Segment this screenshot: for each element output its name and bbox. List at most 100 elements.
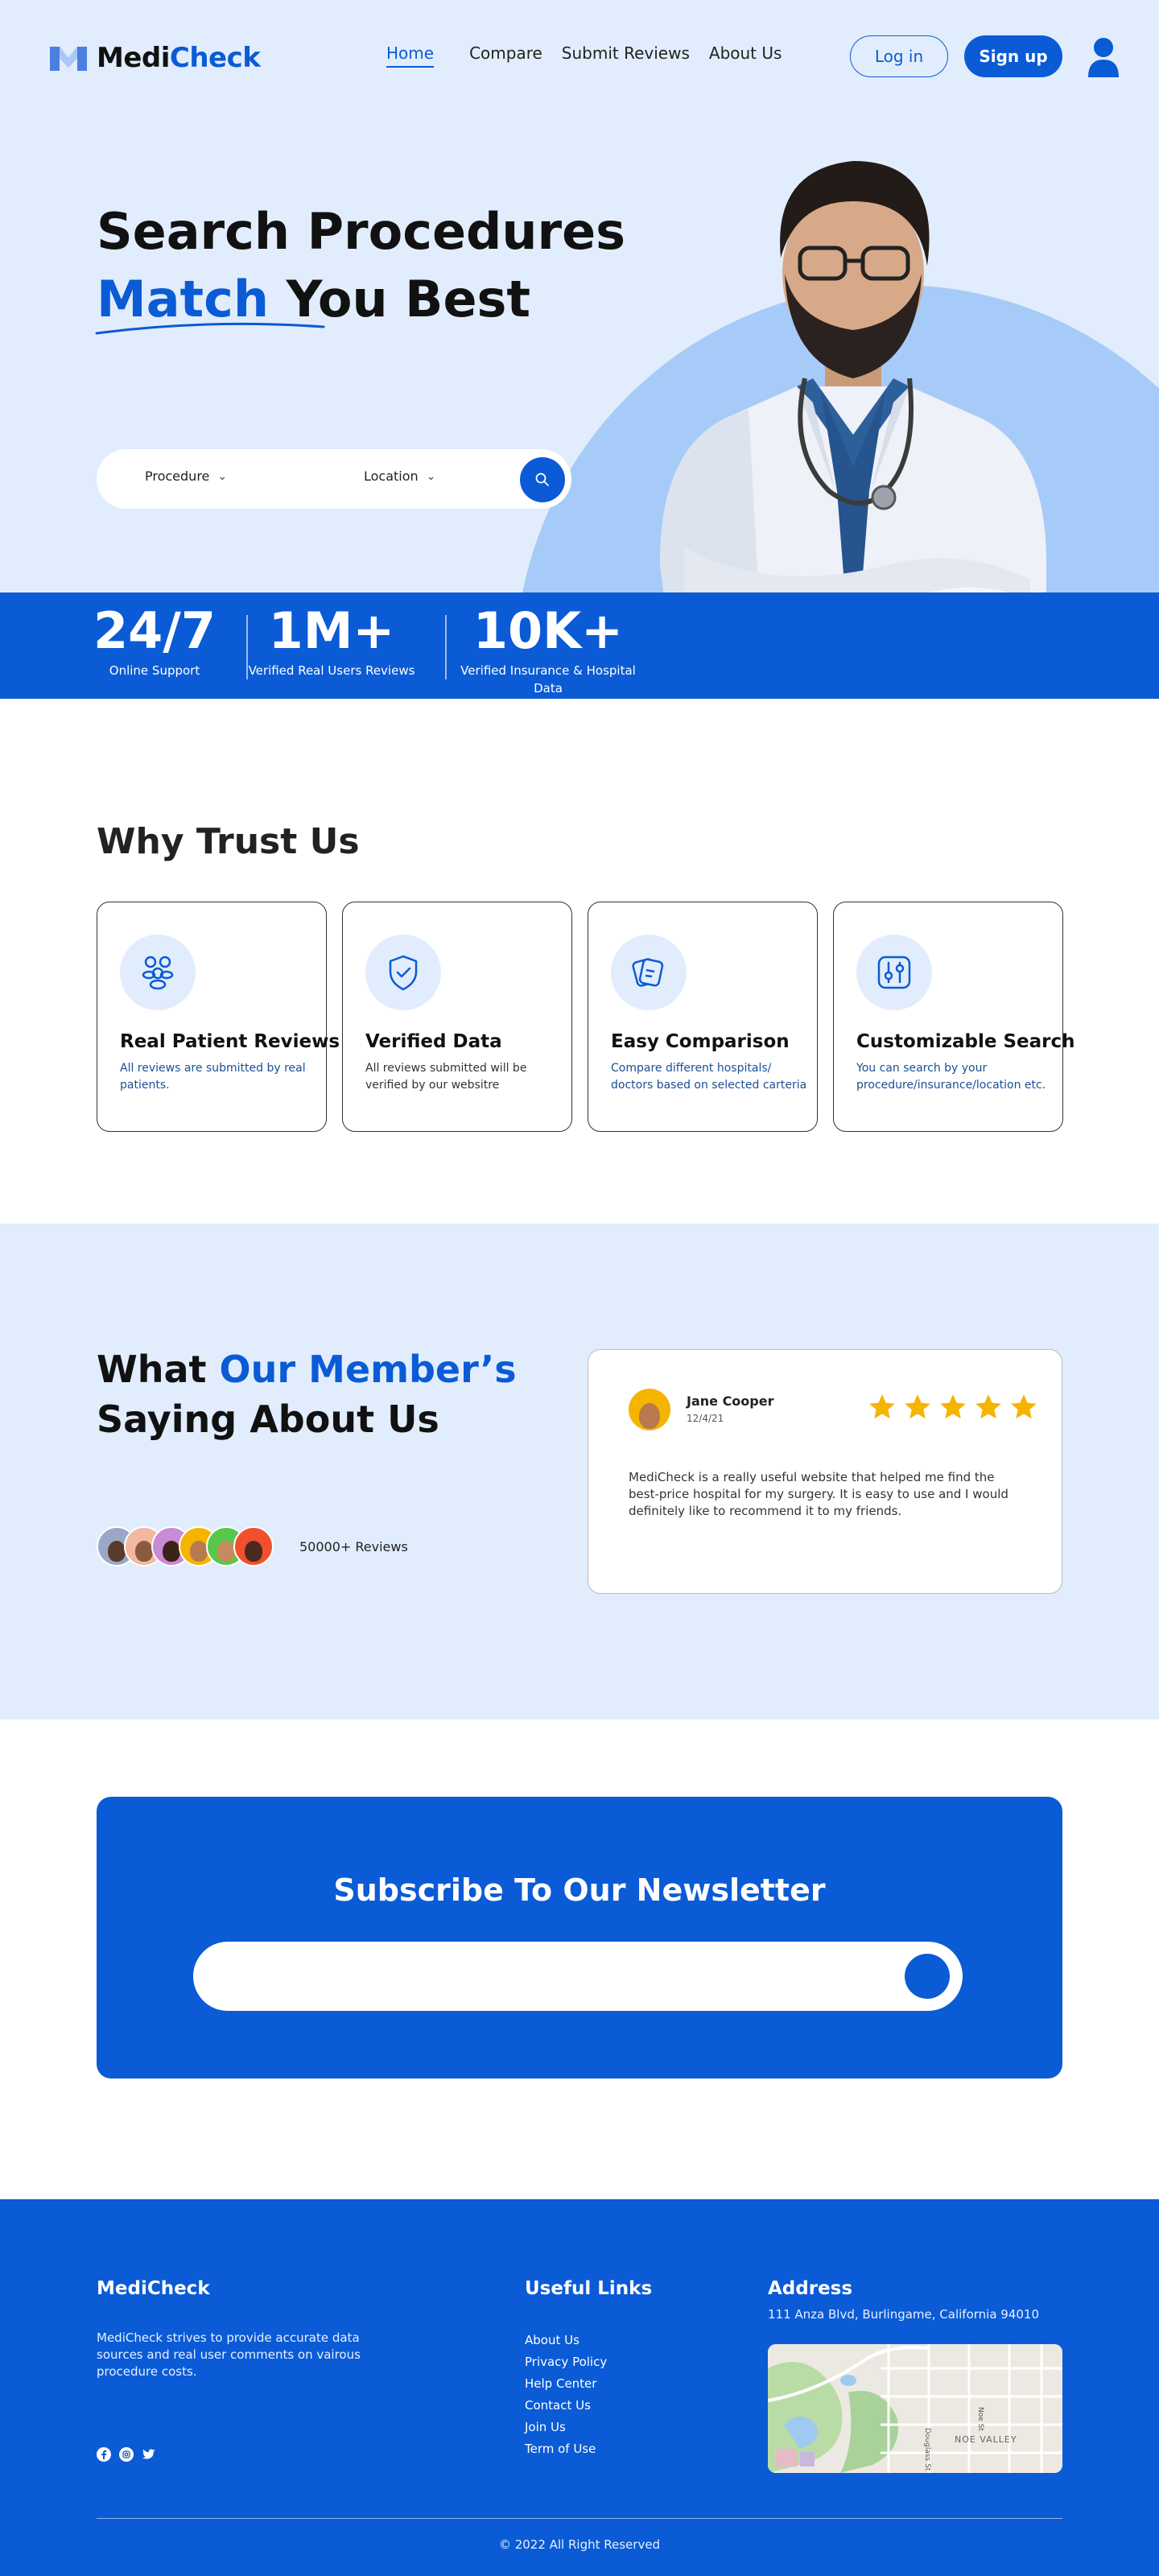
footer: MediCheck MediCheck strives to provide a… [0, 2199, 1159, 2576]
stat-label: Verified Real Users Reviews [248, 663, 415, 678]
newsletter-title: Subscribe To Our Newsletter [333, 1872, 826, 1908]
testimonials-title: What Our Member’s Saying About Us [97, 1348, 517, 1441]
star-icon [869, 1394, 895, 1419]
trust-card-real-reviews: Real Patient Reviews All reviews are sub… [97, 902, 340, 1132]
trust-card-easy-comparison: Easy Comparison Compare different hospit… [588, 902, 818, 1132]
testimonials-section: What Our Member’s Saying About Us 50000+… [0, 1224, 1159, 1719]
hero-section: MediCheck Home Compare Submit Reviews Ab… [0, 0, 1159, 699]
map-label-douglass-st: Douglass St [923, 2428, 931, 2471]
card-description: All reviews submitted will be verified b… [365, 1062, 527, 1092]
logo-text: MediCheck [97, 42, 261, 74]
stat-verified-reviews: 1M+ Verified Real Users Reviews [248, 601, 415, 679]
star-icon [1011, 1394, 1037, 1419]
stat-divider [445, 615, 447, 679]
hero-title: Search Procedures Match You Best [97, 198, 625, 333]
footer-link-privacy-policy[interactable]: Privacy Policy [525, 2351, 607, 2373]
footer-about-text: MediCheck strives to provide accurate da… [97, 2330, 361, 2379]
title-underline-decoration [95, 322, 325, 335]
avatar [629, 1389, 670, 1430]
procedure-dropdown-label: Procedure [145, 469, 210, 484]
review-date: 12/4/21 [687, 1413, 724, 1424]
footer-link-term-of-use[interactable]: Term of Use [525, 2438, 607, 2460]
newsletter-section: Subscribe To Our Newsletter [97, 1797, 1062, 2079]
nav-about-us[interactable]: About Us [709, 43, 782, 63]
card-icon-bg [856, 935, 932, 1010]
instagram-icon[interactable] [119, 2447, 134, 2462]
nav-submit-reviews[interactable]: Submit Reviews [562, 43, 690, 63]
location-map[interactable]: Noe St Douglass St NOE VALLEY [768, 2344, 1062, 2473]
stats-bar: 24/7 Online Support 1M+ Verified Real Us… [0, 592, 1159, 699]
stat-value: 10K+ [472, 601, 624, 660]
card-title: Easy Comparison [611, 1031, 790, 1052]
newsletter-email-input[interactable] [225, 1958, 869, 1995]
newsletter-input-wrapper [193, 1942, 963, 2011]
address-title: Address [768, 2278, 853, 2299]
copyright: © 2022 All Right Reserved [498, 2537, 661, 2552]
search-icon [535, 473, 549, 486]
trust-card-verified-data: Verified Data All reviews submitted will… [342, 902, 572, 1132]
review-card: Jane Cooper 12/4/21 MediCheck is a reall… [588, 1349, 1062, 1594]
reviewer-name: Jane Cooper [687, 1393, 774, 1409]
review-text: MediCheck is a really useful website tha… [629, 1470, 1008, 1518]
useful-links-title: Useful Links [525, 2278, 653, 2299]
footer-link-help-center[interactable]: Help Center [525, 2373, 607, 2395]
useful-links-list: About Us Privacy Policy Help Center Cont… [525, 2330, 607, 2460]
footer-brand: MediCheck [97, 2278, 210, 2299]
nav-home[interactable]: Home [386, 43, 435, 68]
nav-compare[interactable]: Compare [469, 43, 542, 63]
people-icon [142, 956, 174, 990]
card-description: Compare different hospitals/ doctors bas… [611, 1062, 807, 1092]
chevron-down-icon: ⌄ [217, 469, 228, 483]
card-title: Customizable Search [856, 1031, 1075, 1052]
card-icon-bg [611, 935, 687, 1010]
location-dropdown-label: Location [364, 469, 419, 484]
stat-label: Online Support [109, 663, 200, 678]
stat-verified-insurance: 10K+ Verified Insurance & Hospital Data [448, 601, 649, 697]
star-icon [975, 1394, 1001, 1419]
facebook-icon[interactable] [97, 2447, 111, 2462]
logo[interactable]: MediCheck [48, 42, 261, 74]
compare-cards-icon [632, 958, 664, 987]
card-title: Verified Data [365, 1031, 502, 1052]
reviews-count: 50000+ Reviews [299, 1539, 408, 1554]
member-avatars [97, 1526, 274, 1567]
social-links [97, 2447, 156, 2462]
why-trust-title: Why Trust Us [97, 821, 360, 862]
map-label-noe-valley: NOE VALLEY [955, 2434, 1017, 2445]
star-icon [940, 1394, 966, 1419]
footer-link-about-us[interactable]: About Us [525, 2330, 607, 2351]
newsletter-submit-button[interactable] [905, 1954, 950, 1999]
footer-link-contact-us[interactable]: Contact Us [525, 2395, 607, 2417]
procedure-search-bar: Procedure ⌄ Location ⌄ [97, 449, 571, 509]
copyright-icon: © [498, 2537, 515, 2552]
procedure-dropdown[interactable]: Procedure ⌄ [145, 469, 227, 484]
twitter-icon[interactable] [142, 2447, 156, 2462]
location-dropdown[interactable]: Location ⌄ [364, 469, 435, 484]
shield-check-icon [389, 955, 418, 991]
card-description: All reviews are submitted by real patien… [120, 1062, 306, 1092]
avatar [233, 1526, 274, 1567]
star-icon [905, 1394, 930, 1419]
map-label-noe-st: Noe St [976, 2407, 984, 2431]
card-icon-bg [120, 935, 196, 1010]
signup-button[interactable]: Sign up [964, 35, 1062, 77]
footer-link-join-us[interactable]: Join Us [525, 2417, 607, 2438]
stat-value: 1M+ [268, 601, 395, 660]
star-rating [867, 1392, 1039, 1422]
card-description: You can search by your procedure/insuran… [856, 1062, 1046, 1092]
user-icon[interactable] [1085, 37, 1122, 77]
address-text: 111 Anza Blvd, Burlingame, California 94… [768, 2307, 1040, 2322]
trust-card-customizable-search: Customizable Search You can search by yo… [833, 902, 1075, 1132]
sliders-icon [877, 956, 911, 989]
chevron-down-icon: ⌄ [426, 469, 436, 483]
footer-divider [97, 2518, 1062, 2519]
stat-online-support: 24/7 Online Support [87, 601, 222, 679]
logo-m-icon [50, 47, 87, 71]
card-title: Real Patient Reviews [120, 1031, 340, 1052]
login-button[interactable]: Log in [850, 35, 948, 77]
search-button[interactable] [520, 457, 565, 502]
main-nav: Home Compare Submit Reviews About Us [386, 43, 782, 68]
stat-value: 24/7 [93, 601, 217, 660]
stat-label: Verified Insurance & Hospital Data [460, 663, 636, 696]
hero-title-line1: Search Procedures [97, 202, 626, 261]
